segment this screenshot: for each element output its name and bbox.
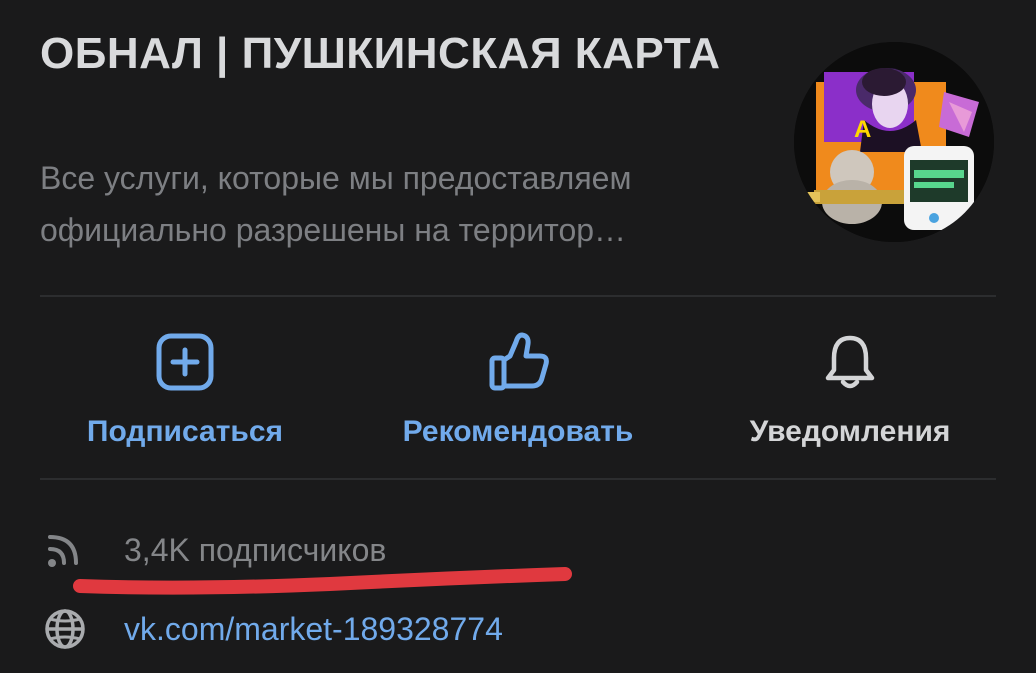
subscribe-label: Подписаться [86,415,284,448]
community-title: ОБНАЛ | ПУШКИНСКАЯ КАРТА [40,29,721,78]
divider-top [40,295,996,297]
globe-icon [45,609,85,649]
svg-text:А: А [854,116,871,143]
avatar-collage-image: А [794,42,994,242]
subscribe-button[interactable]: Подписаться [35,330,335,460]
website-link-row[interactable]: vk.com/market-189328774 [40,604,503,654]
notifications-button[interactable]: Уведомления [700,330,1000,460]
divider-bottom [40,478,996,480]
notifications-label: Уведомления [749,415,951,448]
plus-square-icon [156,333,214,391]
recommend-label: Рекомендовать [402,415,634,448]
recommend-button[interactable]: Рекомендовать [368,330,668,460]
red-underline-annotation [73,567,572,595]
community-description[interactable]: Все услуги, которые мы предоставляем офи… [40,152,760,256]
community-avatar[interactable]: А [794,42,994,242]
website-link[interactable]: vk.com/market-189328774 [124,609,503,649]
thumbs-up-icon [489,332,549,391]
bell-icon [825,335,875,389]
